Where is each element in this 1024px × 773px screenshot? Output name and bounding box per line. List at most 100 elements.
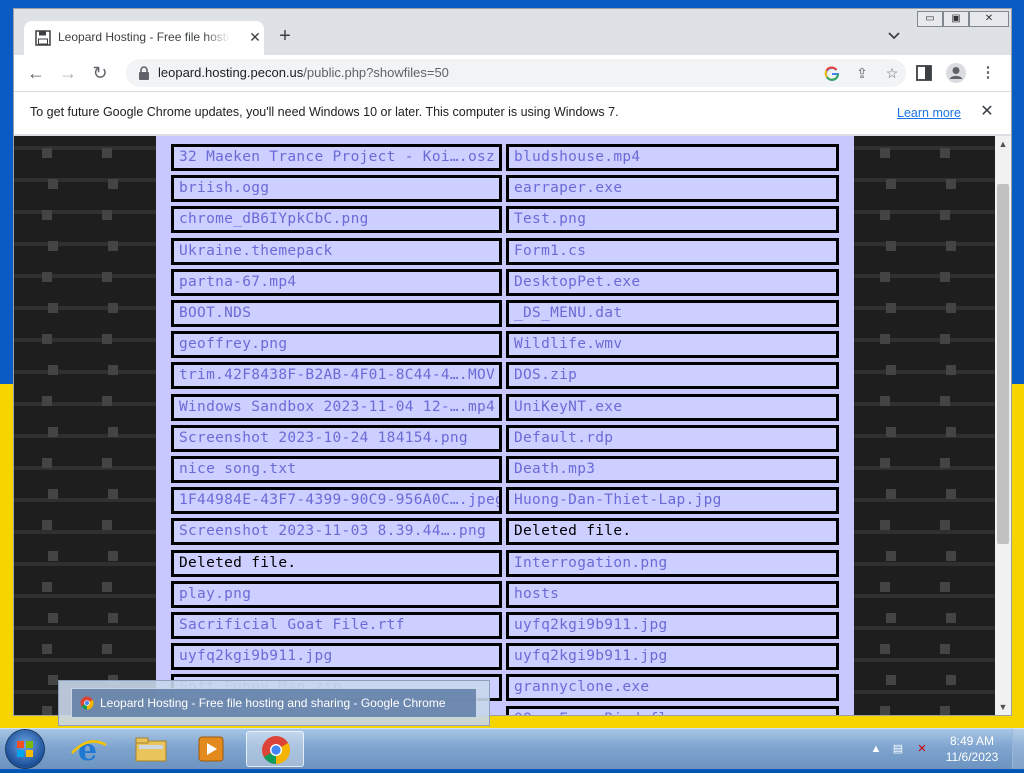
file-link[interactable]: earraper.exe xyxy=(506,175,839,203)
file-link[interactable]: Form1.cs xyxy=(506,237,839,265)
taskbar-internet-explorer[interactable]: e xyxy=(62,731,116,768)
pattern-spot xyxy=(946,489,956,499)
file-link[interactable]: 1F44984E-43F7-4399-90C9-956A0C….jpeg xyxy=(171,487,502,515)
scroll-up-arrow-icon[interactable]: ▲ xyxy=(995,136,1011,152)
file-link[interactable]: uyfq2kgi9b911.jpg xyxy=(506,612,839,639)
file-link[interactable]: Screenshot 2023-11-03 8.39.44….png xyxy=(171,518,502,546)
pattern-spot xyxy=(42,148,52,158)
network-icon[interactable]: ▤ xyxy=(890,741,906,757)
minimize-button[interactable]: ▭ xyxy=(917,11,943,27)
file-link[interactable]: Sacrificial Goat File.rtf xyxy=(171,612,502,639)
chrome-icon xyxy=(262,736,290,764)
file-link[interactable]: 32 Maeken Trance Project - Koi….osz xyxy=(171,144,502,171)
address-bar[interactable]: leopard.hosting.pecon.us/public.php?show… xyxy=(126,59,906,87)
file-link[interactable]: Interrogation.png xyxy=(506,549,839,577)
pattern-spot xyxy=(102,272,112,282)
show-desktop-button[interactable] xyxy=(1012,729,1024,769)
pattern-spot xyxy=(940,210,950,220)
pattern-spot xyxy=(42,458,52,468)
vertical-scrollbar[interactable]: ▲ ▼ xyxy=(995,136,1011,715)
deleted-file-entry: Deleted file. xyxy=(171,549,502,577)
pattern-spot xyxy=(940,334,950,344)
file-link[interactable]: briish.ogg xyxy=(171,175,502,203)
forward-button[interactable]: → xyxy=(56,61,80,85)
pattern-spot xyxy=(48,613,58,623)
scroll-down-arrow-icon[interactable]: ▼ xyxy=(995,699,1011,715)
file-link[interactable]: hosts xyxy=(506,580,839,608)
pattern-spot xyxy=(48,179,58,189)
pattern-spot xyxy=(940,458,950,468)
pattern-spot xyxy=(940,520,950,530)
system-clock[interactable]: 8:49 AM 11/6/2023 xyxy=(937,733,1007,765)
file-link[interactable]: Death.mp3 xyxy=(506,456,839,483)
pattern-spot xyxy=(42,582,52,592)
taskbar-media-player[interactable] xyxy=(184,731,238,767)
pattern-spot xyxy=(946,241,956,251)
file-link[interactable]: bludshouse.mp4 xyxy=(506,144,839,171)
file-link[interactable]: play.png xyxy=(171,580,502,608)
file-link[interactable]: uyfq2kgi9b911.jpg xyxy=(171,643,502,671)
tab-leopard-hosting[interactable]: Leopard Hosting - Free file hosting and … xyxy=(24,21,264,55)
pattern-spot xyxy=(48,427,58,437)
pattern-spot xyxy=(886,303,896,313)
learn-more-link[interactable]: Learn more xyxy=(897,106,961,120)
pattern-spot xyxy=(108,613,118,623)
file-link[interactable]: chrome_dB6IYpkCbC.png xyxy=(171,206,502,234)
reload-button[interactable]: ↻ xyxy=(88,61,112,85)
close-window-button[interactable]: ✕ xyxy=(969,11,1009,27)
pattern-spot xyxy=(886,365,896,375)
clock-date: 11/6/2023 xyxy=(945,750,999,764)
pattern-spot xyxy=(42,706,52,715)
profile-avatar-icon[interactable] xyxy=(945,62,967,84)
file-link[interactable]: Test.png xyxy=(506,206,839,234)
google-lens-icon[interactable] xyxy=(822,63,842,83)
start-button[interactable] xyxy=(6,730,44,768)
menu-kebab-icon[interactable]: ⋮ xyxy=(977,62,999,84)
taskbar-file-explorer[interactable] xyxy=(124,731,178,767)
pattern-spot xyxy=(886,489,896,499)
pattern-spot xyxy=(48,551,58,561)
file-link[interactable]: nice song.txt xyxy=(171,456,502,483)
pattern-spot xyxy=(102,210,112,220)
new-tab-button[interactable]: + xyxy=(274,25,296,47)
file-link[interactable]: Wildlife.wmv xyxy=(506,331,839,359)
maximize-button[interactable]: ▣ xyxy=(943,11,969,27)
pattern-spot xyxy=(940,148,950,158)
file-link[interactable]: BOOT.NDS xyxy=(171,300,502,327)
pattern-spot xyxy=(108,551,118,561)
file-link[interactable]: Huong-Dan-Thiet-Lap.jpg xyxy=(506,487,839,515)
file-link[interactable]: partna-67.mp4 xyxy=(171,268,502,296)
media-player-icon xyxy=(198,736,224,762)
file-link[interactable]: DesktopPet.exe xyxy=(506,268,839,296)
side-panel-icon[interactable] xyxy=(913,62,935,84)
file-link[interactable]: geoffrey.png xyxy=(171,331,502,359)
file-link[interactable]: trim.42F8438F-B2AB-4F01-8C44-4….MOV xyxy=(171,362,502,390)
file-link[interactable]: UniKeyNT.exe xyxy=(506,393,839,421)
pattern-spot xyxy=(42,210,52,220)
pattern-spot xyxy=(940,396,950,406)
back-button[interactable]: ← xyxy=(24,61,48,85)
file-link[interactable]: Screenshot 2023-10-24 184154.png xyxy=(171,424,502,452)
file-link[interactable]: DOS.zip xyxy=(506,362,839,390)
lock-icon[interactable] xyxy=(138,66,150,80)
tab-title: Leopard Hosting - Free file hosting and … xyxy=(58,30,230,44)
file-link[interactable]: 08 - Free Bird.flac xyxy=(506,705,839,715)
file-link[interactable]: Windows Sandbox 2023-11-04 12-….mp4 xyxy=(171,393,502,421)
file-link[interactable]: grannyclone.exe xyxy=(506,674,839,702)
tab-close-icon[interactable]: ✕ xyxy=(246,28,264,46)
pattern-spot xyxy=(880,706,890,715)
tab-search-chevron-icon[interactable] xyxy=(886,27,902,43)
file-link[interactable]: uyfq2kgi9b911.jpg xyxy=(506,643,839,671)
show-hidden-icons-icon[interactable]: ▲ xyxy=(868,741,884,757)
share-icon[interactable]: ⇪ xyxy=(852,63,872,83)
infobar-close-icon[interactable]: ✕ xyxy=(977,102,997,122)
file-link[interactable]: Default.rdp xyxy=(506,424,839,452)
file-link[interactable]: Ukraine.themepack xyxy=(171,237,502,265)
taskbar-thumbnail-preview[interactable]: Leopard Hosting - Free file hosting and … xyxy=(58,680,490,726)
bookmark-star-icon[interactable]: ☆ xyxy=(882,63,902,83)
thumbnail-title-bar[interactable]: Leopard Hosting - Free file hosting and … xyxy=(71,688,477,718)
file-link[interactable]: _DS_MENU.dat xyxy=(506,300,839,327)
volume-muted-icon[interactable]: ✕ xyxy=(914,741,930,757)
taskbar-chrome[interactable] xyxy=(246,731,304,767)
scrollbar-thumb[interactable] xyxy=(997,184,1009,544)
